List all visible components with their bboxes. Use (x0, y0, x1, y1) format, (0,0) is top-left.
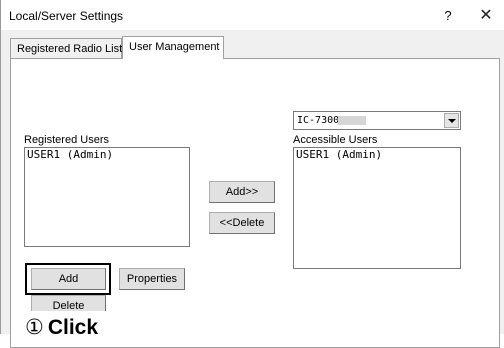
registered-users-list[interactable]: USER1 (Admin) (24, 147, 190, 247)
window-title: Local/Server Settings (9, 9, 124, 23)
local-server-settings-window: Local/Server Settings ? ✕ Registered Rad… (0, 0, 504, 348)
properties-button[interactable]: Properties (119, 268, 185, 290)
radio-select-dropdown[interactable]: IC-7300 (293, 111, 461, 130)
radio-select-value: IC-7300 (297, 115, 340, 126)
add-accessible-button[interactable]: Add>> (209, 181, 275, 203)
tab-registered-radio-list[interactable]: Registered Radio List (10, 38, 122, 58)
list-item[interactable]: USER1 (Admin) (27, 149, 113, 161)
list-item[interactable]: USER1 (Admin) (296, 149, 382, 161)
delete-accessible-button[interactable]: <<Delete (209, 212, 275, 234)
title-bar: Local/Server Settings ? ✕ (1, 0, 504, 30)
click-callout: ① Click (25, 311, 147, 345)
help-icon[interactable]: ? (439, 7, 457, 25)
add-user-button[interactable]: Add (31, 268, 106, 290)
step-text: Click (47, 316, 99, 339)
tab-user-management[interactable]: User Management (122, 36, 224, 59)
radio-serial-mask (338, 116, 366, 125)
dropdown-arrow-icon[interactable] (444, 113, 459, 128)
registered-users-label: Registered Users (24, 134, 109, 146)
dialog-body: Registered Radio List User Management IC… (1, 30, 504, 348)
accessible-users-list[interactable]: USER1 (Admin) (293, 147, 461, 269)
user-management-panel: IC-7300 Registered Users USER1 (Admin) A… (10, 58, 500, 348)
step-number: ① (25, 316, 44, 339)
accessible-users-label: Accessible Users (293, 134, 378, 146)
close-icon[interactable]: ✕ (475, 6, 497, 26)
